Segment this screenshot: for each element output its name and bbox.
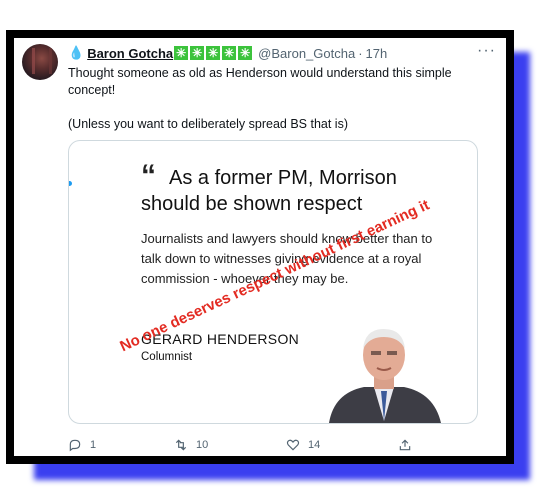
retweet-button[interactable]: 10: [174, 438, 208, 452]
tweet-text: Thought someone as old as Henderson woul…: [68, 65, 488, 133]
retweet-icon: [175, 439, 187, 451]
retweet-count: 10: [196, 439, 209, 451]
tweet[interactable]: 💧 Baron Gotcha ✳ ✳ ✳ ✳ ✳ @Baron_Gotcha ·…: [14, 38, 506, 456]
tweet-time[interactable]: 17h: [366, 46, 388, 61]
droplet-icon: 💧: [68, 45, 85, 60]
sparkle-badge-icon: ✳: [206, 46, 221, 60]
share-icon: [399, 439, 411, 451]
author-name[interactable]: Baron Gotcha: [87, 46, 173, 61]
action-bar: 1 10 14: [68, 438, 468, 456]
sparkle-badge-icon: ✳: [174, 46, 189, 60]
author-portrait: [319, 321, 449, 423]
heart-icon: [286, 439, 300, 451]
more-options-icon[interactable]: ···: [477, 42, 496, 60]
sparkle-badge-icon: ✳: [190, 46, 205, 60]
badge-group: ✳ ✳ ✳ ✳ ✳: [174, 46, 254, 60]
tweet-text-line: (Unless you want to deliberately spread …: [68, 117, 348, 131]
author-handle[interactable]: @Baron_Gotcha: [258, 46, 355, 61]
sparkle-badge-icon: ✳: [238, 46, 253, 60]
card-indicator: [69, 181, 72, 186]
reply-count: 1: [90, 439, 97, 451]
tweet-header: 💧 Baron Gotcha ✳ ✳ ✳ ✳ ✳ @Baron_Gotcha ·…: [68, 43, 387, 63]
quote-author-role: Columnist: [141, 351, 193, 363]
media-card[interactable]: “ As a former PM, Morrison should be sho…: [68, 140, 478, 424]
like-count: 14: [308, 439, 321, 451]
sparkle-badge-icon: ✳: [222, 46, 237, 60]
header-separator: ·: [358, 45, 363, 61]
share-button[interactable]: [398, 438, 420, 452]
avatar[interactable]: [22, 44, 58, 80]
reply-icon: [69, 439, 81, 452]
tweet-text-line: Thought someone as old as Henderson woul…: [68, 66, 452, 97]
like-button[interactable]: 14: [286, 438, 320, 452]
reply-button[interactable]: 1: [68, 438, 96, 452]
